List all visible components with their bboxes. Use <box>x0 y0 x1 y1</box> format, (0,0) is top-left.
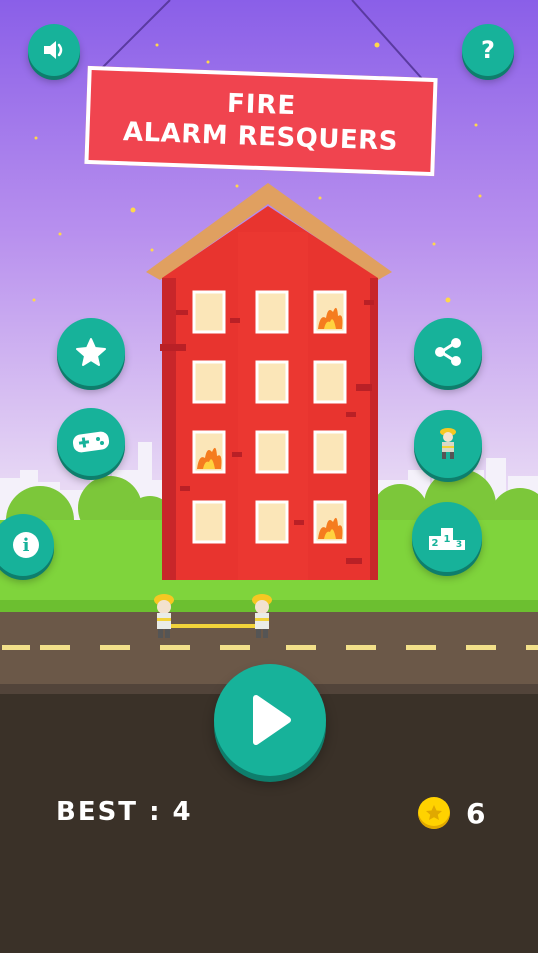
podium-second: 2 <box>431 537 439 549</box>
sound-button[interactable] <box>28 24 80 76</box>
coin-count: 6 <box>466 797 486 830</box>
leaderboard-button[interactable]: 2 1 3 <box>412 502 482 572</box>
gamepad-icon <box>72 431 110 453</box>
best-score: BEST : 4 <box>56 797 193 827</box>
help-button[interactable]: ? <box>462 24 514 76</box>
characters-button[interactable] <box>414 410 482 478</box>
more-games-button[interactable] <box>57 408 125 476</box>
podium-first: 1 <box>443 533 451 545</box>
share-button[interactable] <box>414 318 482 386</box>
play-icon <box>253 695 291 745</box>
speaker-icon <box>44 41 63 59</box>
share-icon <box>435 338 461 366</box>
info-icon-glyph: i <box>22 534 30 556</box>
star-icon <box>76 338 106 366</box>
play-button[interactable] <box>214 664 326 776</box>
title-line-1: FIRE <box>226 88 297 122</box>
question-mark-icon: ? <box>481 36 495 64</box>
podium-icon: 2 1 3 <box>429 524 465 550</box>
info-icon: i <box>13 532 39 558</box>
rate-button[interactable] <box>57 318 125 386</box>
title-line-2: ALARM RESQUERS <box>122 117 399 157</box>
podium-third: 3 <box>455 540 463 550</box>
coin-icon <box>418 797 450 829</box>
firefighter-icon <box>440 428 456 459</box>
title-sign: FIRE ALARM RESQUERS <box>84 65 438 177</box>
